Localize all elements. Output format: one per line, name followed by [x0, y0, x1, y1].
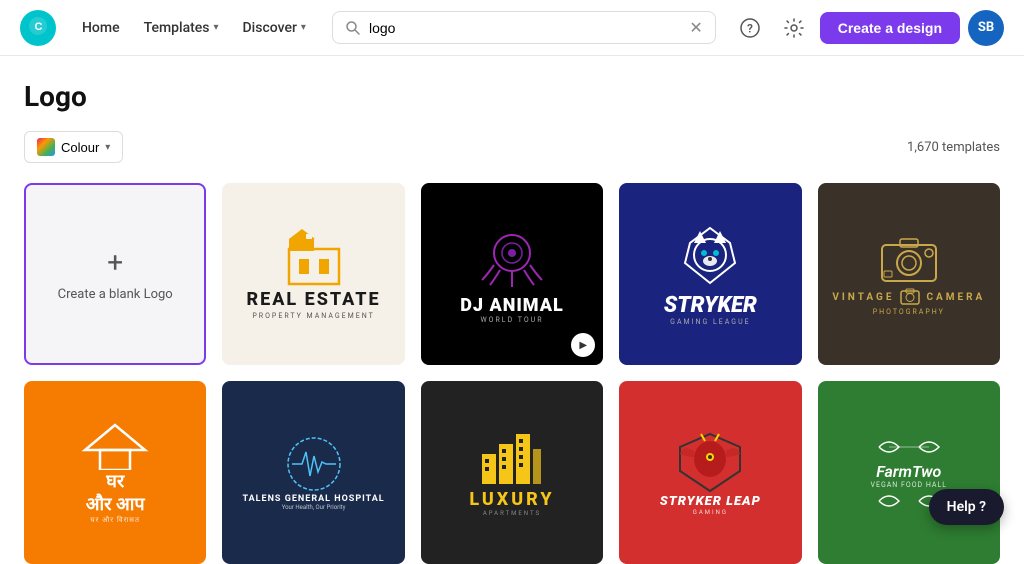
nav-links: Home Templates ▾ Discover ▾: [72, 14, 316, 42]
vintage-camera-word: CAMERA: [926, 292, 985, 303]
plus-icon: +: [107, 246, 123, 279]
question-icon: ?: [740, 18, 760, 38]
template-luxury[interactable]: LUXURY APARTMENTS: [421, 381, 603, 563]
svg-text:?: ?: [747, 21, 753, 35]
dj-animal-icon: [472, 225, 552, 295]
vintage-title: VINTAGE: [832, 292, 894, 303]
template-dj-animal[interactable]: DJ ANIMAL WORLD TOUR ▶: [421, 183, 603, 365]
filter-row: Colour ▾ 1,670 templates: [24, 131, 1000, 163]
luxury-title: LUXURY: [469, 489, 554, 510]
header: C Home Templates ▾ Discover ▾ ✕ ?: [0, 0, 1024, 56]
stryker-wolf-icon: [670, 223, 750, 293]
nav-home[interactable]: Home: [72, 14, 130, 42]
create-design-button[interactable]: Create a design: [820, 12, 960, 44]
template-ghar-aur-aap[interactable]: घरऔर आप घर और विरासत: [24, 381, 206, 563]
templates-count: 1,670 templates: [907, 140, 1000, 155]
help-button[interactable]: Help ?: [929, 489, 1004, 525]
farm-subtitle: VEGAN FOOD HALL: [871, 481, 948, 489]
templates-chevron-icon: ▾: [214, 22, 219, 33]
dj-title: DJ ANIMAL: [460, 295, 564, 316]
avatar[interactable]: SB: [968, 10, 1004, 46]
real-estate-title: REAL ESTATE: [247, 289, 381, 310]
ghar-title: घरऔर आप: [86, 470, 145, 517]
nav-discover-label: Discover: [243, 20, 297, 36]
colour-filter-label: Colour: [61, 140, 99, 155]
blank-card-label: Create a blank Logo: [58, 287, 173, 302]
template-vintage-camera[interactable]: VINTAGE CAMERA PHOTOGRAPHY: [818, 183, 1000, 365]
header-actions: ? Create a design SB: [732, 10, 1004, 46]
help-icon-btn[interactable]: ?: [732, 10, 768, 46]
hospital-circle-icon: [284, 434, 344, 494]
search-clear-icon[interactable]: ✕: [689, 18, 702, 37]
vintage-subtitle: PHOTOGRAPHY: [873, 308, 945, 316]
stryker2-subtitle: GAMING: [693, 509, 728, 516]
logo-grid: + Create a blank Logo REAL ESTATE PROPER…: [24, 183, 1000, 564]
svg-text:C: C: [35, 21, 43, 33]
colour-filter-button[interactable]: Colour ▾: [24, 131, 123, 163]
real-estate-subtitle: PROPERTY MANAGEMENT: [252, 312, 374, 320]
main-content: Logo Colour ▾ 1,670 templates + Create a…: [0, 56, 1024, 564]
hospital-subtitle: Your Health, Our Priority: [282, 504, 346, 511]
play-badge: ▶: [571, 333, 595, 357]
gear-icon: [784, 18, 804, 38]
farm-title: FarmTwo: [876, 462, 941, 481]
real-estate-icon: [284, 229, 344, 289]
colour-icon: [37, 138, 55, 156]
vintage-camera-small-icon: [900, 288, 920, 308]
nav-discover[interactable]: Discover ▾: [233, 14, 316, 42]
dj-subtitle: WORLD TOUR: [480, 316, 543, 324]
template-stryker[interactable]: STRYKER GAMING LEAGUE: [619, 183, 801, 365]
dragon-shield-icon: [675, 429, 745, 494]
stryker-title: STRYKER: [664, 293, 757, 318]
search-bar: ✕: [332, 11, 716, 44]
canva-logo[interactable]: C: [20, 10, 56, 46]
canva-logo-text: C: [27, 15, 49, 41]
template-stryker-leap[interactable]: STRYKER LEAP GAMING: [619, 381, 801, 563]
search-input[interactable]: [369, 20, 681, 36]
luxury-buildings-icon: [477, 429, 547, 489]
farm-leaves-icon: [869, 432, 949, 462]
nav-templates[interactable]: Templates ▾: [134, 14, 229, 42]
template-farm-two[interactable]: FarmTwo VEGAN FOOD HALL: [818, 381, 1000, 563]
luxury-subtitle: APARTMENTS: [483, 510, 541, 517]
nav-home-label: Home: [82, 20, 120, 36]
create-blank-card[interactable]: + Create a blank Logo: [24, 183, 206, 365]
ghar-subtitle: घर और विरासत: [90, 516, 140, 525]
vintage-camera-icon: [874, 233, 944, 288]
search-icon: [345, 20, 361, 36]
settings-icon-btn[interactable]: [776, 10, 812, 46]
nav-templates-label: Templates: [144, 20, 210, 36]
page-title: Logo: [24, 80, 1000, 113]
hospital-title: TALENS GENERAL HOSPITAL: [243, 494, 385, 504]
template-talens-hospital[interactable]: TALENS GENERAL HOSPITAL Your Health, Our…: [222, 381, 404, 563]
house-icon: [80, 420, 150, 470]
stryker-subtitle: GAMING LEAGUE: [670, 318, 750, 326]
template-real-estate[interactable]: REAL ESTATE PROPERTY MANAGEMENT: [222, 183, 404, 365]
colour-chevron-icon: ▾: [105, 142, 110, 153]
discover-chevron-icon: ▾: [301, 22, 306, 33]
help-label: Help ?: [947, 499, 986, 515]
stryker2-title: STRYKER LEAP: [660, 494, 761, 509]
